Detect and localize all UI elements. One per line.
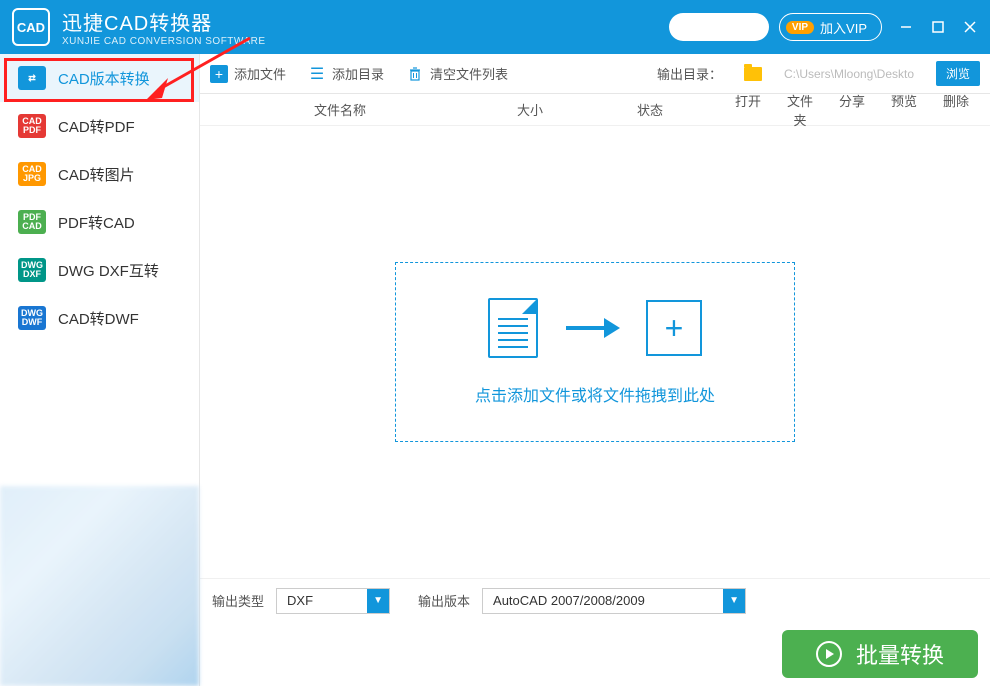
output-options-bar: 输出类型 DXF ▼ 输出版本 AutoCAD 2007/2008/2009 ▼: [200, 578, 990, 622]
col-filename: 文件名称: [210, 100, 470, 119]
file-list-area: + 点击添加文件或将文件拖拽到此处: [200, 126, 990, 578]
output-version-select[interactable]: AutoCAD 2007/2008/2009 ▼: [482, 588, 746, 614]
drop-zone[interactable]: + 点击添加文件或将文件拖拽到此处: [395, 262, 795, 442]
sidebar-item-pdf-to-cad[interactable]: PDFCAD PDF转CAD: [0, 198, 199, 246]
convert-label: 批量转换: [856, 638, 944, 670]
drop-hint-text: 点击添加文件或将文件拖拽到此处: [475, 382, 715, 406]
vip-label: 加入VIP: [820, 18, 867, 37]
col-delete: 删除: [938, 91, 974, 129]
sidebar-label: CAD版本转换: [58, 68, 150, 89]
document-icon: [488, 298, 538, 358]
col-share: 分享: [834, 91, 870, 129]
drop-icons: +: [488, 298, 702, 358]
col-preview: 预览: [886, 91, 922, 129]
folder-icon: [744, 67, 762, 81]
sidebar-label: CAD转PDF: [58, 116, 135, 137]
output-dir-label: 输出目录：: [657, 64, 722, 83]
play-icon: [816, 641, 842, 667]
col-folder: 文件夹: [782, 91, 818, 129]
maximize-button[interactable]: [930, 19, 946, 35]
chevron-down-icon: ▼: [367, 589, 389, 613]
output-dir-path: C:\Users\Mloong\Desktop: [784, 67, 914, 81]
browse-button[interactable]: 浏览: [936, 61, 980, 86]
sidebar-item-cad-to-image[interactable]: CADJPG CAD转图片: [0, 150, 199, 198]
plus-icon: +: [210, 65, 228, 83]
close-button[interactable]: [962, 19, 978, 35]
add-file-label: 添加文件: [234, 64, 286, 83]
list-icon: ☰: [308, 65, 326, 83]
sidebar-label: CAD转图片: [58, 164, 135, 185]
col-open: 打开: [730, 91, 766, 129]
app-title-main: 迅捷CAD转换器: [62, 7, 266, 36]
sidebar-label: PDF转CAD: [58, 212, 135, 233]
output-type-select[interactable]: DXF ▼: [276, 588, 390, 614]
add-box-icon: +: [646, 300, 702, 356]
sidebar-item-cad-version[interactable]: ⇄ CAD版本转换: [0, 54, 199, 102]
output-type-value: DXF: [277, 593, 367, 608]
cad-image-icon: CADJPG: [18, 162, 46, 186]
add-file-button[interactable]: + 添加文件: [210, 64, 286, 83]
join-vip-button[interactable]: VIP 加入VIP: [779, 13, 882, 41]
chevron-down-icon: ▼: [723, 589, 745, 613]
action-row: 批量转换: [200, 622, 990, 686]
sidebar-label: CAD转DWF: [58, 308, 139, 329]
sidebar-item-dwg-dxf[interactable]: DWGDXF DWG DXF互转: [0, 246, 199, 294]
output-type-label: 输出类型: [212, 591, 264, 610]
col-status: 状态: [590, 100, 710, 119]
app-logo: CAD: [12, 8, 50, 46]
titlebar: CAD 迅捷CAD转换器 XUNJIE CAD CONVERSION SOFTW…: [0, 0, 990, 54]
sidebar-decoration: [0, 486, 199, 686]
add-directory-button[interactable]: ☰ 添加目录: [308, 64, 384, 83]
sidebar: ⇄ CAD版本转换 CADPDF CAD转PDF CADJPG CAD转图片 P…: [0, 54, 200, 686]
file-list-header: 文件名称 大小 状态 打开 文件夹 分享 预览 删除: [200, 94, 990, 126]
col-size: 大小: [470, 100, 590, 119]
vip-badge: VIP: [786, 21, 814, 34]
sidebar-item-cad-to-dwf[interactable]: DWGDWF CAD转DWF: [0, 294, 199, 342]
app-title-sub: XUNJIE CAD CONVERSION SOFTWARE: [62, 36, 266, 47]
dwg-dxf-icon: DWGDXF: [18, 258, 46, 282]
sidebar-label: DWG DXF互转: [58, 260, 159, 281]
app-title: 迅捷CAD转换器 XUNJIE CAD CONVERSION SOFTWARE: [62, 7, 266, 47]
output-version-label: 输出版本: [418, 591, 470, 610]
sidebar-item-cad-to-pdf[interactable]: CADPDF CAD转PDF: [0, 102, 199, 150]
toolbar: + 添加文件 ☰ 添加目录 清空文件列表 输出目录： C:\Users\Mloo…: [200, 54, 990, 94]
trash-icon: [406, 65, 424, 83]
cad-version-icon: ⇄: [18, 66, 46, 90]
add-dir-label: 添加目录: [332, 64, 384, 83]
main-panel: + 添加文件 ☰ 添加目录 清空文件列表 输出目录： C:\Users\Mloo…: [200, 54, 990, 686]
user-avatar-pill[interactable]: [669, 13, 769, 41]
cad-pdf-icon: CADPDF: [18, 114, 46, 138]
arrow-right-icon: [564, 316, 620, 340]
output-version-value: AutoCAD 2007/2008/2009: [483, 593, 723, 608]
clear-list-label: 清空文件列表: [430, 64, 508, 83]
cad-dwf-icon: DWGDWF: [18, 306, 46, 330]
pdf-cad-icon: PDFCAD: [18, 210, 46, 234]
batch-convert-button[interactable]: 批量转换: [782, 630, 978, 678]
clear-list-button[interactable]: 清空文件列表: [406, 64, 508, 83]
minimize-button[interactable]: [898, 19, 914, 35]
